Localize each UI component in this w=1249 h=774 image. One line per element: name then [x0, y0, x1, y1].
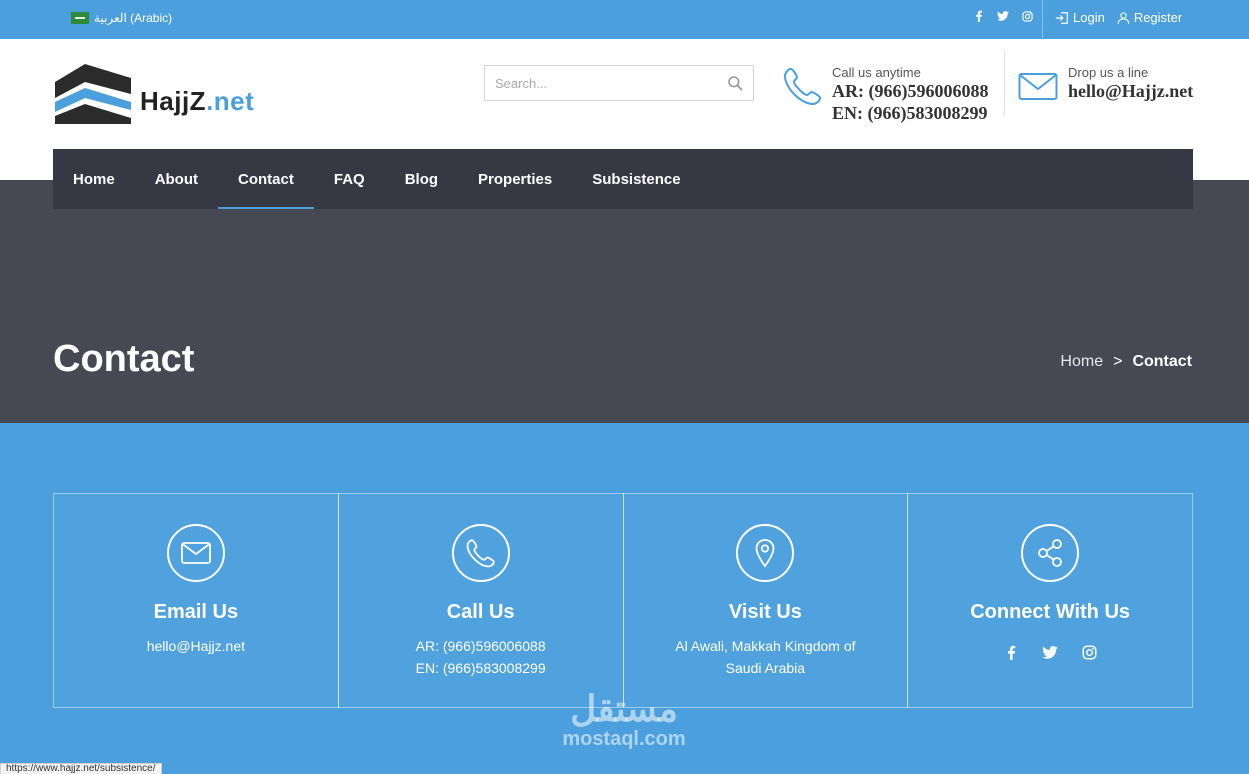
card-call-text: AR: (966)596006088 EN: (966)583008299: [359, 635, 603, 679]
card-connect: Connect With Us: [907, 493, 1193, 708]
card-visit-text: Al Awali, Makkah Kingdom of Saudi Arabia: [644, 635, 888, 679]
login-label: Login: [1073, 10, 1105, 25]
card-email-text: hello@Hajjz.net: [74, 635, 318, 657]
card-email-title: Email Us: [153, 601, 239, 623]
share-icon: [1038, 539, 1063, 567]
language-switch[interactable]: العربية (Arabic): [71, 11, 172, 25]
nav-item-home[interactable]: Home: [53, 149, 135, 209]
nav-item-about[interactable]: About: [135, 149, 218, 209]
user-icon: [1117, 11, 1130, 24]
card-call-title: Call Us: [446, 601, 515, 623]
card-visit-title: Visit Us: [728, 601, 802, 623]
saudi-flag-icon: [71, 12, 89, 24]
phone-icon: [783, 67, 822, 106]
breadcrumb-current: Contact: [1132, 353, 1192, 370]
card-call-circle: [451, 524, 510, 582]
login-link[interactable]: Login: [1055, 10, 1105, 25]
register-link[interactable]: Register: [1117, 10, 1182, 25]
card-visit-line-2: Saudi Arabia: [725, 660, 806, 676]
nav-item-properties[interactable]: Properties: [458, 149, 572, 209]
envelope-icon: [1018, 73, 1058, 100]
register-label: Register: [1133, 10, 1183, 25]
card-visit-circle: [736, 524, 795, 582]
page-title: Contact: [53, 338, 195, 380]
watermark-english: mostaql.com: [562, 728, 686, 750]
auth-links: Login Register: [1055, 10, 1182, 25]
call-number-ar[interactable]: AR: (966)596006088: [832, 81, 988, 102]
language-label: العربية (Arabic): [94, 11, 173, 25]
search-box: [484, 65, 754, 101]
page-hero: [0, 180, 1249, 423]
instagram-icon[interactable]: [1081, 644, 1098, 661]
top-divider: [1042, 0, 1043, 39]
card-call: Call Us AR: (966)596006088 EN: (966)5830…: [337, 493, 624, 708]
nav-item-subsistence[interactable]: Subsistence: [572, 149, 700, 209]
map-pin-icon: [755, 539, 775, 568]
header-divider: [1004, 50, 1005, 116]
twitter-icon[interactable]: [1042, 644, 1059, 661]
main-nav: Home About Contact FAQ Blog Properties S…: [53, 149, 1193, 209]
envelope-icon: [180, 542, 211, 564]
nav-item-contact[interactable]: Contact: [218, 149, 314, 209]
facebook-icon[interactable]: [972, 9, 986, 23]
breadcrumb: Home > Contact: [1060, 353, 1192, 371]
contact-cards: Email Us hello@Hajjz.net Call Us AR: (96…: [53, 493, 1193, 708]
breadcrumb-separator: >: [1113, 353, 1123, 370]
twitter-icon[interactable]: [996, 9, 1010, 23]
site-logo[interactable]: HajjZ.net: [55, 64, 270, 126]
card-connect-title: Connect With Us: [970, 601, 1131, 623]
login-icon: [1055, 11, 1068, 24]
nav-item-blog[interactable]: Blog: [385, 149, 458, 209]
call-number-en[interactable]: EN: (966)583008299: [832, 103, 988, 124]
logo-kaaba-icon: [55, 64, 131, 124]
card-call-en[interactable]: EN: (966)583008299: [359, 657, 603, 679]
top-social-links: [972, 9, 1034, 23]
mostaql-watermark: مستقل mostaql.com: [548, 688, 700, 751]
nav-item-faq[interactable]: FAQ: [314, 149, 385, 209]
card-visit-line-1: Al Awali, Makkah Kingdom of: [675, 638, 856, 654]
search-icon[interactable]: [727, 75, 743, 91]
watermark-arabic: مستقل: [570, 688, 678, 729]
mail-address[interactable]: hello@Hajjz.net: [1068, 81, 1193, 102]
logo-text: HajjZ.net: [140, 86, 255, 116]
mail-label: Drop us a line: [1068, 65, 1149, 80]
card-call-ar[interactable]: AR: (966)596006088: [359, 635, 603, 657]
card-email-circle: [166, 524, 225, 582]
top-bar: العربية (Arabic) Login Register: [0, 0, 1249, 39]
breadcrumb-home[interactable]: Home: [1060, 353, 1103, 371]
card-connect-circle: [1021, 524, 1080, 582]
card-email-address[interactable]: hello@Hajjz.net: [74, 635, 318, 657]
phone-icon: [466, 539, 495, 568]
browser-status-url: https://www.hajjz.net/subsistence/: [0, 763, 162, 774]
card-email: Email Us hello@Hajjz.net: [53, 493, 339, 708]
instagram-icon[interactable]: [1020, 9, 1034, 23]
facebook-icon[interactable]: [1003, 644, 1020, 661]
card-connect-social: [908, 644, 1192, 661]
call-label: Call us anytime: [832, 65, 921, 80]
search-input[interactable]: [485, 66, 715, 100]
card-visit: Visit Us Al Awali, Makkah Kingdom of Sau…: [622, 493, 909, 708]
